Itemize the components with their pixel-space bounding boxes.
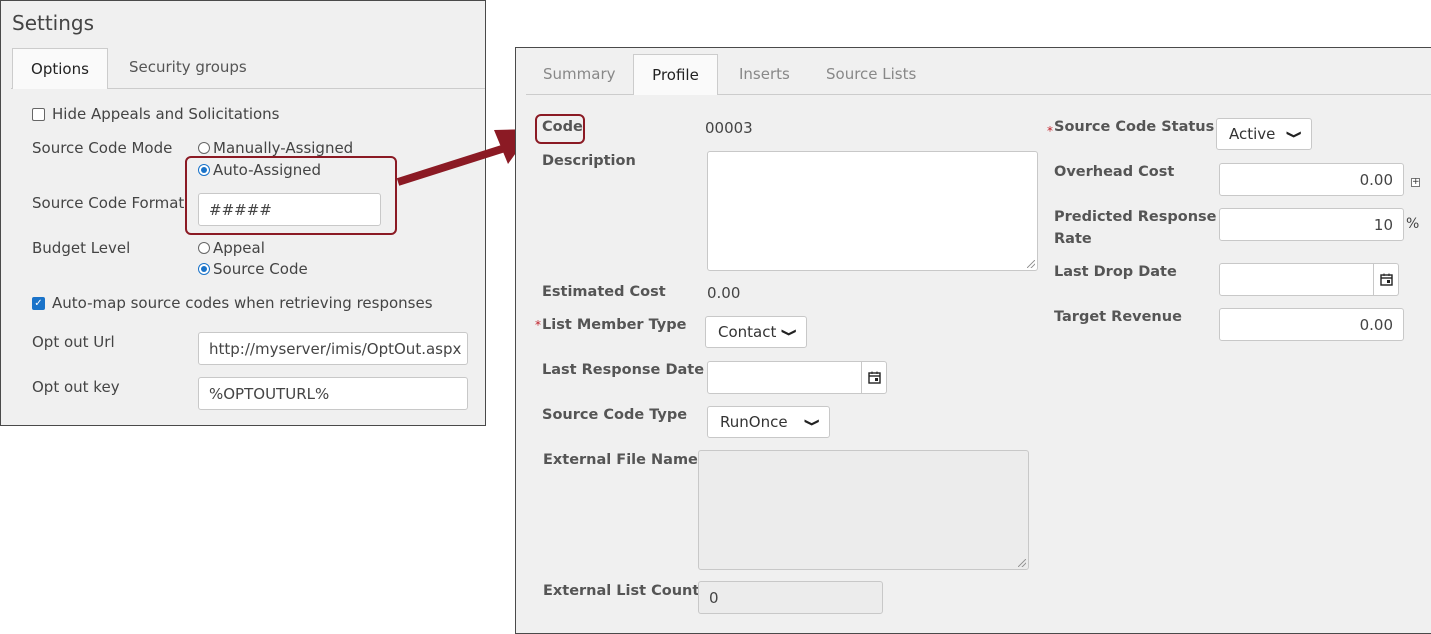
tab-security-groups[interactable]: Security groups xyxy=(129,58,247,76)
chevron-down-icon: ❯ xyxy=(803,417,821,427)
target-revenue-label: Target Revenue xyxy=(1054,309,1182,325)
code-highlight xyxy=(535,114,585,144)
profile-panel: Summary Profile Inserts Source Lists Cod… xyxy=(515,47,1431,634)
predicted-response-rate-label: Predicted Response xyxy=(1054,209,1217,225)
target-revenue-input[interactable]: 0.00 xyxy=(1219,308,1404,341)
mode-manual-radio[interactable] xyxy=(198,142,210,154)
calendar-icon[interactable] xyxy=(861,362,886,393)
opt-out-key-input[interactable]: %OPTOUTURL% xyxy=(198,377,468,410)
hide-appeals-label: Hide Appeals and Solicitations xyxy=(52,105,280,123)
estimated-cost-value: 0.00 xyxy=(707,284,741,302)
source-code-mode-label: Source Code Mode xyxy=(32,139,173,157)
external-file-name-label: External File Name xyxy=(543,452,698,468)
hide-appeals-checkbox[interactable] xyxy=(32,108,45,121)
source-code-status-select[interactable]: Active ❯ xyxy=(1216,118,1312,150)
resize-grip-icon xyxy=(1018,559,1026,567)
source-code-status-value: Active xyxy=(1229,125,1276,143)
description-textarea[interactable] xyxy=(707,151,1038,271)
list-member-type-label: List Member Type xyxy=(542,317,687,333)
source-code-status-label: Source Code Status xyxy=(1054,119,1215,135)
predicted-response-rate-label-line2: Rate xyxy=(1054,231,1092,247)
calendar-icon[interactable] xyxy=(1373,264,1398,295)
opt-out-key-label: Opt out key xyxy=(32,378,120,396)
settings-title: Settings xyxy=(12,11,95,35)
last-drop-date-input[interactable] xyxy=(1219,263,1399,296)
tab-source-lists[interactable]: Source Lists xyxy=(826,65,916,83)
automap-label: Auto-map source codes when retrieving re… xyxy=(52,294,433,312)
chevron-down-icon: ❯ xyxy=(780,327,798,337)
last-response-date-input[interactable] xyxy=(707,361,887,394)
auto-assigned-highlight xyxy=(185,156,397,235)
external-file-name-textarea xyxy=(698,450,1029,570)
budget-source-code-label: Source Code xyxy=(213,260,308,278)
expand-icon[interactable]: + xyxy=(1411,178,1420,187)
required-marker: * xyxy=(535,318,541,332)
tab-inserts[interactable]: Inserts xyxy=(739,65,790,83)
external-list-count-label: External List Count xyxy=(543,583,700,599)
source-code-format-label: Source Code Format xyxy=(32,194,185,212)
required-marker: * xyxy=(1047,124,1053,138)
estimated-cost-label: Estimated Cost xyxy=(542,284,666,300)
tab-options[interactable]: Options xyxy=(12,48,108,89)
mode-manual-label: Manually-Assigned xyxy=(213,139,354,157)
overhead-cost-input[interactable]: 0.00 xyxy=(1219,163,1404,196)
last-drop-date-label: Last Drop Date xyxy=(1054,264,1177,280)
budget-source-code-radio[interactable] xyxy=(198,263,210,275)
list-member-type-select[interactable]: Contact ❯ xyxy=(705,316,807,348)
budget-appeal-radio[interactable] xyxy=(198,242,210,254)
source-code-type-select[interactable]: RunOnce ❯ xyxy=(707,406,830,438)
settings-panel: Settings Options Security groups Hide Ap… xyxy=(0,0,486,426)
predicted-response-rate-input[interactable]: 10 xyxy=(1219,208,1404,241)
tab-summary[interactable]: Summary xyxy=(543,65,616,83)
opt-out-url-label: Opt out Url xyxy=(32,333,115,351)
code-value: 00003 xyxy=(705,119,753,137)
percent-sign: % xyxy=(1406,216,1420,232)
source-code-type-label: Source Code Type xyxy=(542,407,688,423)
list-member-type-value: Contact xyxy=(718,323,777,341)
budget-level-label: Budget Level xyxy=(32,239,131,257)
chevron-down-icon: ❯ xyxy=(1285,129,1303,139)
automap-checkbox[interactable]: ✓ xyxy=(32,297,45,310)
opt-out-url-input[interactable]: http://myserver/imis/OptOut.aspx xyxy=(198,332,468,365)
external-list-count-input: 0 xyxy=(698,581,883,614)
tab-profile[interactable]: Profile xyxy=(633,54,718,95)
source-code-type-value: RunOnce xyxy=(720,413,788,431)
overhead-cost-label: Overhead Cost xyxy=(1054,164,1175,180)
last-response-date-label: Last Response Date xyxy=(542,362,705,378)
budget-appeal-label: Appeal xyxy=(213,239,265,257)
description-label: Description xyxy=(542,153,636,169)
resize-grip-icon[interactable] xyxy=(1027,260,1035,268)
